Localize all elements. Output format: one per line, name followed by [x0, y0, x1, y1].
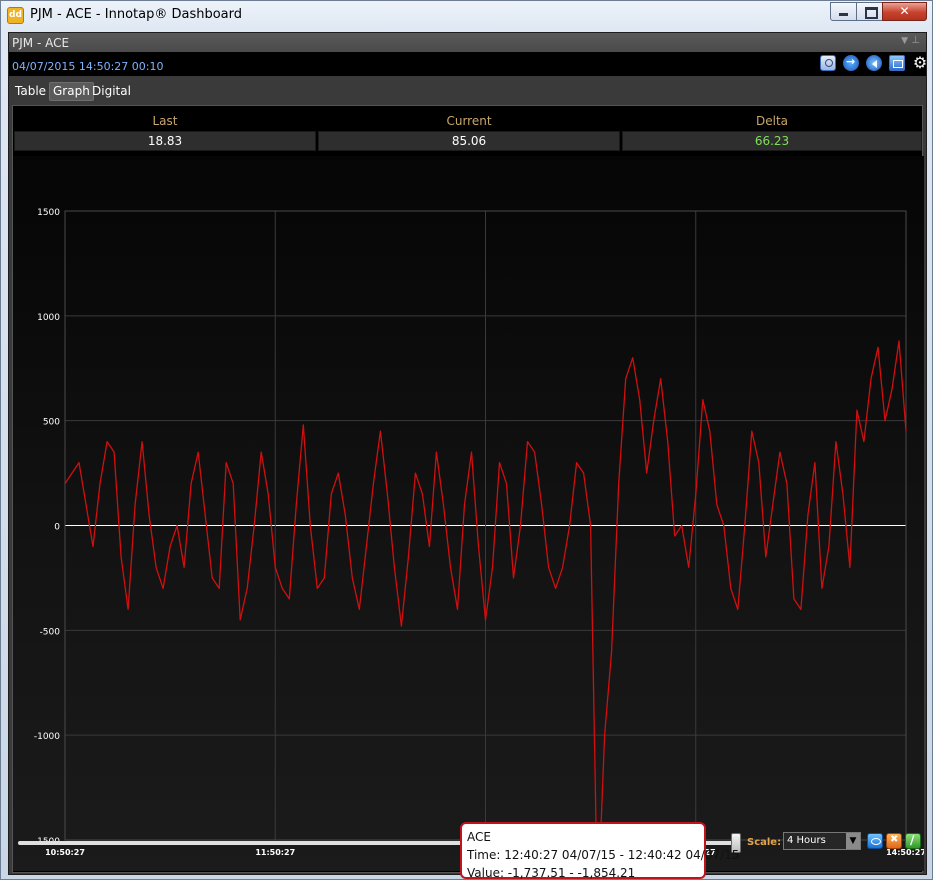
y-tick-label: 1500 — [37, 208, 60, 218]
tab-table[interactable]: Table — [12, 82, 49, 101]
search-icon[interactable] — [820, 55, 836, 71]
x-tick-label: 11:50:27 — [255, 848, 295, 857]
scale-select[interactable]: 4 Hours ▼ — [783, 832, 861, 850]
view-icon[interactable] — [867, 833, 883, 849]
dropdown-arrow-icon[interactable]: ▼ — [901, 36, 908, 46]
scale-label: Scale: — [747, 837, 782, 848]
chevron-down-icon[interactable]: ▼ — [846, 833, 860, 849]
x-tick-label: 10:50:27 — [45, 848, 85, 857]
view-tabs: Table Graph Digital — [9, 78, 926, 102]
tab-graph[interactable]: Graph — [49, 82, 94, 101]
last-value: 18.83 — [14, 131, 316, 151]
chart-tooltip: ACE Time: 12:40:27 04/07/15 - 12:40:42 0… — [460, 822, 740, 880]
ace-chart[interactable]: 150010005000-500-1000-150010:50:2711:50:… — [13, 156, 924, 871]
scale-value: 4 Hours — [787, 835, 826, 846]
edit-icon[interactable] — [905, 833, 921, 849]
maximize-button[interactable] — [856, 2, 883, 21]
chart-svg[interactable]: 150010005000-500-1000-150010:50:2711:50:… — [13, 156, 924, 871]
y-tick-label: -500 — [40, 627, 61, 637]
window-title: PJM - ACE - Innotap® Dashboard — [30, 7, 242, 22]
y-tick-label: 0 — [54, 523, 60, 533]
current-label: Current — [446, 114, 492, 128]
info-bar: 04/07/2015 14:50:27 00:10 ⚙ — [9, 52, 929, 76]
y-tick-label: 500 — [43, 418, 60, 428]
gear-icon[interactable]: ⚙ — [911, 54, 929, 72]
pin-icon[interactable]: ⊥ — [911, 35, 920, 46]
current-value: 85.06 — [318, 131, 620, 151]
export-icon[interactable] — [889, 55, 905, 71]
tooltip-time: Time: 12:40:27 04/07/15 - 12:40:42 04/07… — [467, 848, 740, 862]
panel-header: PJM - ACE ▼ ⊥ — [9, 33, 926, 52]
app-window: dd PJM - ACE - Innotap® Dashboard PJM - … — [0, 0, 933, 880]
close-button[interactable] — [882, 2, 927, 21]
tooltip-value: Value: -1,737.51 - -1,854.21 — [467, 866, 636, 880]
graph-view: Last Current Delta 18.83 85.06 66.23 150… — [12, 105, 924, 873]
app-logo-icon: dd — [7, 7, 24, 24]
y-tick-label: -1000 — [34, 732, 60, 742]
delta-value: 66.23 — [622, 131, 922, 151]
reset-icon[interactable] — [886, 833, 902, 849]
minimize-button[interactable] — [830, 2, 857, 21]
title-bar[interactable]: dd PJM - ACE - Innotap® Dashboard — [1, 1, 932, 31]
x-tick-label: 14:50:27 — [886, 848, 924, 857]
dashboard-panel: PJM - ACE ▼ ⊥ 04/07/2015 14:50:27 00:10 … — [8, 32, 927, 875]
panel-title: PJM - ACE — [12, 36, 70, 50]
next-icon[interactable] — [843, 55, 859, 71]
tooltip-series: ACE — [467, 830, 491, 844]
delta-label: Delta — [755, 114, 788, 128]
sound-icon[interactable] — [866, 55, 882, 71]
timestamp: 04/07/2015 14:50:27 00:10 — [12, 60, 164, 73]
tab-digital[interactable]: Digital — [89, 82, 134, 101]
last-label: Last — [152, 114, 178, 128]
y-tick-label: 1000 — [37, 313, 60, 323]
